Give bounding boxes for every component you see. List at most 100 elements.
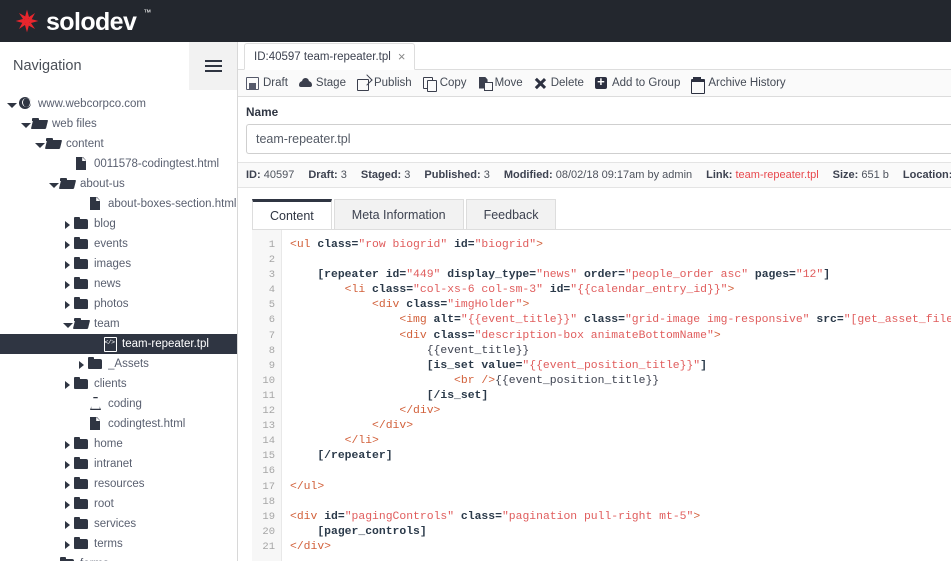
filecode-icon (102, 336, 117, 352)
tree-item-about-boxes-section-html[interactable]: about-boxes-section.html (0, 194, 237, 214)
stage-button[interactable]: Stage (298, 77, 346, 90)
name-input[interactable] (246, 124, 951, 154)
file-tree[interactable]: www.webcorpco.com web files content 0011578… (0, 90, 237, 561)
tree-item-forms[interactable]: forms (0, 554, 237, 561)
code-token: [/repeater] (290, 450, 393, 463)
code-token: </div> (290, 540, 332, 553)
code-token: </div> (290, 405, 441, 418)
tree-item-coding[interactable]: coding (0, 394, 237, 414)
chevron-down-icon[interactable] (48, 179, 59, 190)
line-number: 7 (268, 329, 275, 342)
chevron-down-icon[interactable] (62, 319, 73, 330)
globe-icon (18, 97, 33, 111)
draft-button[interactable]: Draft (246, 76, 288, 90)
move-button[interactable]: Move (478, 77, 523, 91)
file-icon (88, 417, 103, 431)
chevron-right-icon[interactable] (62, 299, 73, 310)
delete-button[interactable]: Delete (534, 77, 584, 90)
link-value[interactable]: team-repeater.tpl (735, 169, 818, 181)
chevron-right-icon[interactable] (62, 279, 73, 290)
chevron-right-icon[interactable] (62, 499, 73, 510)
add-to-group-button[interactable]: Add to Group (594, 74, 680, 90)
close-icon[interactable]: × (398, 50, 406, 63)
chevron-right-icon[interactable] (76, 359, 87, 370)
tree-item-team[interactable]: team (0, 314, 237, 334)
tree-item-about-us[interactable]: about-us (0, 174, 237, 194)
chevron-down-icon[interactable] (6, 99, 17, 110)
code-line: <br />{{event_position_title}} (290, 374, 951, 389)
code-token: class= (460, 510, 502, 523)
tree-item-blog[interactable]: blog (0, 214, 237, 234)
tab-meta-information[interactable]: Meta Information (333, 199, 464, 229)
folder-icon (74, 437, 89, 451)
code-line: <div class="description-box animateBotto… (290, 329, 951, 344)
code-content[interactable]: <ul class="row biogrid" id="biogrid"> [r… (282, 230, 951, 561)
code-token: <div (290, 510, 325, 523)
publish-button[interactable]: Publish (356, 77, 412, 91)
action-label: Delete (550, 77, 584, 89)
document-tab[interactable]: ID:40597 team-repeater.tpl × (244, 43, 416, 70)
chevron-right-icon[interactable] (62, 519, 73, 530)
tree-item--assets[interactable]: _Assets (0, 354, 237, 374)
folder-icon (74, 537, 89, 551)
solodev-starburst-icon (15, 9, 39, 33)
hamburger-icon[interactable] (189, 42, 237, 90)
tree-item-resources[interactable]: resources (0, 474, 237, 494)
code-token: display_type= (447, 269, 537, 282)
code-editor[interactable]: 1 2 3 4 5 6 7 8 9 10 11 12 13 14 15 16 17 18 19 20 21 <ul cl… (252, 229, 951, 561)
tree-item-0011578-codingtest-html[interactable]: 0011578-codingtest.html (0, 154, 237, 174)
code-token: [pager_controls] (290, 525, 427, 538)
tree-item-label: team (94, 318, 120, 330)
tree-item-codingtest-html[interactable]: codingtest.html (0, 414, 237, 434)
chevron-right-icon[interactable] (62, 479, 73, 490)
tree-item-news[interactable]: news (0, 274, 237, 294)
line-number: 21 (262, 540, 275, 553)
tree-item-photos[interactable]: photos (0, 294, 237, 314)
tree-item-content[interactable]: content (0, 134, 237, 154)
code-line: <li class="col-xs-6 col-sm-3" id="{{cale… (290, 283, 951, 298)
tree-item-events[interactable]: events (0, 234, 237, 254)
chevron-right-icon[interactable] (62, 459, 73, 470)
publish-icon (356, 77, 370, 91)
tree-item-terms[interactable]: terms (0, 534, 237, 554)
chevron-right-icon[interactable] (62, 259, 73, 270)
code-token: order= (583, 269, 625, 282)
tree-item-label: 0011578-codingtest.html (94, 158, 220, 170)
tree-item-images[interactable]: images (0, 254, 237, 274)
folder-icon (74, 477, 89, 491)
copy-button[interactable]: Copy (422, 76, 467, 92)
tree-item-www-webcorpco-com[interactable]: www.webcorpco.com (0, 94, 237, 114)
tree-item-clients[interactable]: clients (0, 374, 237, 394)
folder-icon (88, 357, 103, 371)
tree-item-root[interactable]: root (0, 494, 237, 514)
code-token: > (727, 284, 735, 297)
tree-item-services[interactable]: services (0, 514, 237, 534)
code-token: "biogrid" (474, 239, 537, 251)
archive-history-button[interactable]: Archive History (691, 76, 786, 94)
chevron-right-icon[interactable] (62, 379, 73, 390)
close-x-icon (534, 77, 547, 90)
chevron-right-icon[interactable] (62, 539, 73, 550)
code-line: {{event_title}} (290, 344, 951, 359)
chevron-down-icon[interactable] (20, 119, 31, 130)
tree-item-label: images (94, 258, 132, 270)
tab-content[interactable]: Content (252, 199, 332, 229)
tree-item-intranet[interactable]: intranet (0, 454, 237, 474)
app-header: solodev ™ (0, 0, 951, 42)
meta-id: ID: 40597 (246, 169, 295, 181)
brand-logo[interactable]: solodev ™ (14, 8, 151, 34)
tree-item-home[interactable]: home (0, 434, 237, 454)
name-label: Name (246, 105, 279, 119)
tree-item-web-files[interactable]: web files (0, 114, 237, 134)
chevron-right-icon[interactable] (62, 439, 73, 450)
line-number: 14 (262, 435, 275, 448)
tab-feedback[interactable]: Feedback (465, 199, 557, 229)
chevron-down-icon[interactable] (34, 139, 45, 150)
chevron-right-icon[interactable] (62, 219, 73, 230)
tree-item-team-repeater-tpl[interactable]: team-repeater.tpl (0, 334, 237, 354)
calendar-icon (691, 76, 706, 94)
chevron-right-icon[interactable] (62, 239, 73, 250)
